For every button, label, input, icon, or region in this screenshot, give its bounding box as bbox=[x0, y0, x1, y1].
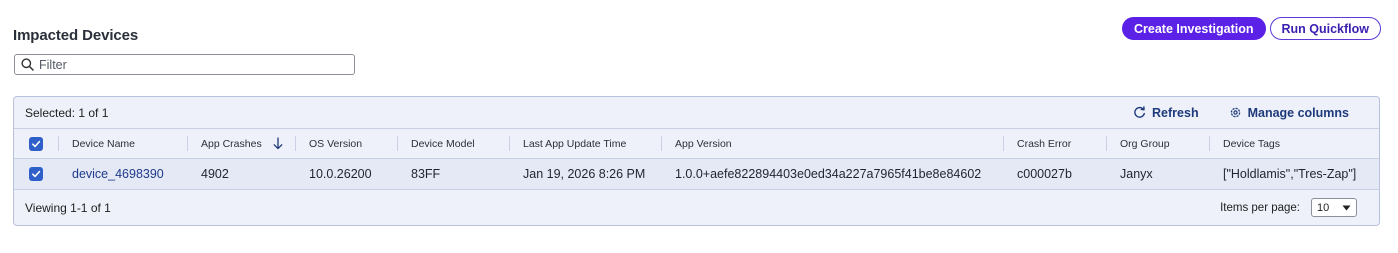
device-link[interactable]: device_4698390 bbox=[72, 167, 164, 181]
items-per-page-label: Items per page: bbox=[1220, 201, 1300, 214]
column-header-app-crashes-label: App Crashes bbox=[201, 137, 262, 150]
cell-app-version: 1.0.0+aefe822894403e0ed34a227a7965f41be8… bbox=[675, 167, 982, 181]
refresh-button[interactable]: Refresh bbox=[1133, 106, 1199, 120]
items-per-page-select[interactable]: 10 bbox=[1311, 198, 1357, 217]
gear-icon bbox=[1230, 107, 1240, 118]
grid-toolbar: Selected: 1 of 1 Refresh Manage columns bbox=[14, 97, 1379, 128]
column-header-crash-error[interactable]: Crash Error bbox=[1003, 129, 1106, 158]
filter-box[interactable] bbox=[14, 54, 355, 75]
column-header-device-name[interactable]: Device Name bbox=[58, 129, 187, 158]
table-header-row: Device Name App Crashes OS Version Devic… bbox=[14, 128, 1379, 158]
filter-input[interactable] bbox=[39, 57, 339, 72]
table-row[interactable]: device_4698390 4902 10.0.26200 83FF Jan … bbox=[14, 158, 1379, 189]
arrow-down-icon bbox=[273, 137, 283, 150]
page-actions: Create Investigation Run Quickflow bbox=[1122, 17, 1381, 40]
column-header-last-app-update-time[interactable]: Last App Update Time bbox=[509, 129, 661, 158]
manage-columns-button[interactable]: Manage columns bbox=[1229, 106, 1349, 120]
select-all-cell bbox=[14, 129, 58, 158]
caret-down-icon bbox=[1342, 205, 1351, 210]
create-investigation-button[interactable]: Create Investigation bbox=[1122, 17, 1266, 40]
cell-app-crashes: 4902 bbox=[201, 167, 229, 181]
checkmark-icon bbox=[31, 140, 41, 147]
refresh-label: Refresh bbox=[1152, 105, 1199, 120]
row-select-cell bbox=[14, 159, 58, 189]
items-per-page-value: 10 bbox=[1317, 201, 1330, 214]
column-header-app-crashes[interactable]: App Crashes bbox=[187, 129, 295, 158]
column-header-app-version[interactable]: App Version bbox=[661, 129, 1003, 158]
cell-org-group: Janyx bbox=[1120, 167, 1153, 181]
cell-os-version: 10.0.26200 bbox=[309, 167, 372, 181]
column-header-os-version[interactable]: OS Version bbox=[295, 129, 397, 158]
cell-device-tags: ["Holdlamis","Tres-Zap"] bbox=[1223, 167, 1357, 181]
run-quickflow-button[interactable]: Run Quickflow bbox=[1269, 17, 1381, 40]
devices-grid: Selected: 1 of 1 Refresh Manage columns … bbox=[13, 96, 1380, 226]
viewing-count: Viewing 1-1 of 1 bbox=[25, 200, 111, 215]
column-header-org-group[interactable]: Org Group bbox=[1106, 129, 1209, 158]
cell-device-model: 83FF bbox=[411, 167, 441, 181]
page-title: Impacted Devices bbox=[13, 27, 139, 44]
grid-footer: Viewing 1-1 of 1 Items per page: 10 bbox=[14, 189, 1379, 225]
column-header-device-model[interactable]: Device Model bbox=[397, 129, 509, 158]
checkmark-icon bbox=[31, 170, 41, 178]
cell-device-name: device_4698390 bbox=[58, 159, 187, 189]
select-all-checkbox[interactable] bbox=[29, 136, 43, 151]
cell-crash-error: c000027b bbox=[1017, 167, 1072, 181]
row-checkbox[interactable] bbox=[29, 167, 43, 181]
cell-last-app-update-time: Jan 19, 2026 8:26 PM bbox=[523, 167, 646, 181]
column-header-device-tags[interactable]: Device Tags bbox=[1209, 129, 1379, 158]
refresh-icon bbox=[1134, 106, 1146, 118]
manage-columns-label: Manage columns bbox=[1247, 105, 1349, 120]
search-icon bbox=[21, 58, 34, 71]
selected-count: Selected: 1 of 1 bbox=[25, 105, 109, 120]
